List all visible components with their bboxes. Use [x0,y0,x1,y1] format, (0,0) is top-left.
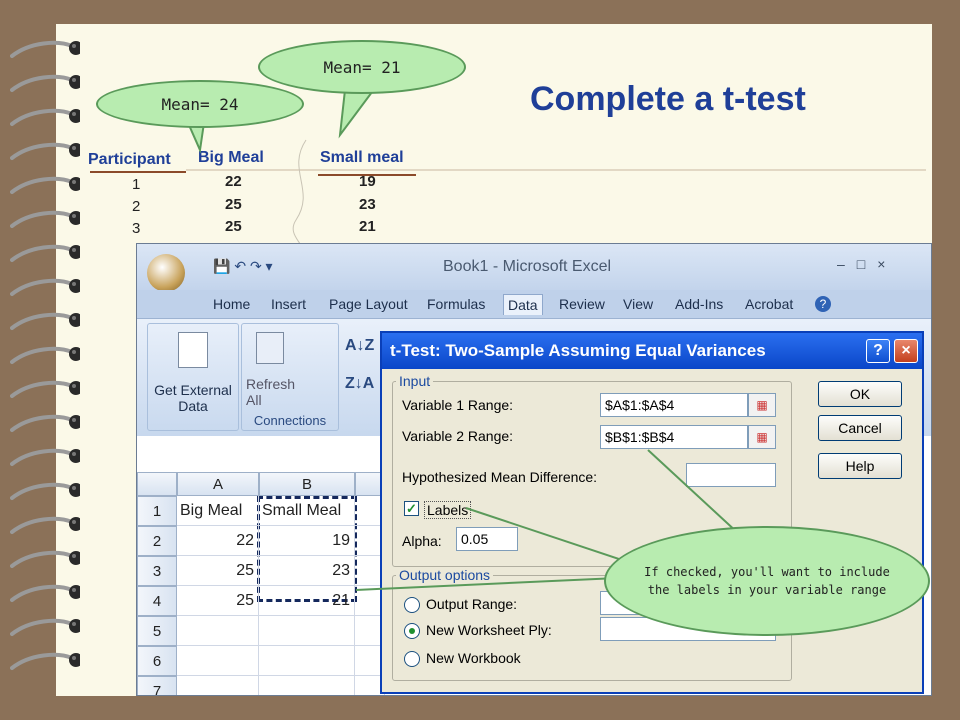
labels-tip-text: If checked, you'll want to include the l… [644,565,890,597]
labels-tip-bubble: If checked, you'll want to include the l… [604,526,930,636]
